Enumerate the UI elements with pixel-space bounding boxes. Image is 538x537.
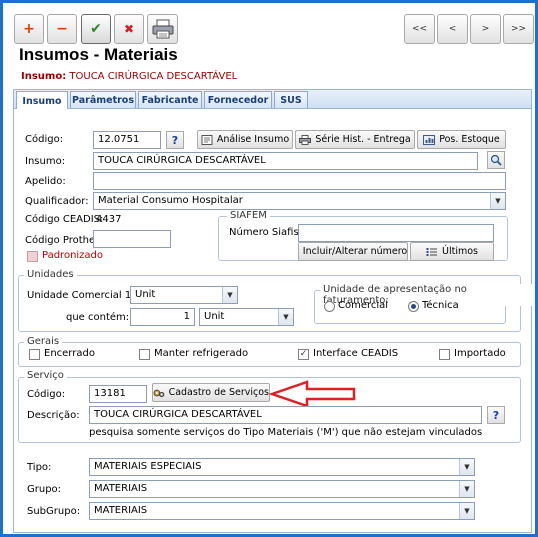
- tab-insumo[interactable]: Insumo: [16, 91, 68, 110]
- refrigerado-checkbox[interactable]: [139, 349, 150, 360]
- tecnica-radio-label: Técnica: [422, 300, 459, 311]
- tab-bar: Insumo Parâmetros Fabricante Fornecedor …: [13, 89, 532, 110]
- tab-fornecedor[interactable]: Fornecedor: [204, 91, 272, 108]
- servico-help-button[interactable]: ?: [487, 406, 505, 424]
- servico-hint: pesquisa somente serviços do Tipo Materi…: [89, 427, 482, 438]
- servico-descricao-field[interactable]: TOUCA CIRÚRGICA DESCARTÁVEL: [89, 406, 482, 424]
- tipo-label: Tipo:: [27, 462, 52, 473]
- codigo-help-button[interactable]: ?: [166, 131, 184, 149]
- servico-codigo-field[interactable]: 13181: [89, 385, 147, 403]
- contem-unit-select[interactable]: Unit ▼: [199, 308, 294, 326]
- window-frame: + − ✔ ✖ << < > >> Insumos - Materiais In…: [0, 0, 538, 537]
- qualificador-value: Material Consumo Hospitalar: [98, 195, 243, 206]
- qualificador-select[interactable]: Material Consumo Hospitalar ▼: [93, 192, 506, 210]
- print-button[interactable]: [147, 14, 178, 44]
- first-record-button[interactable]: <<: [404, 14, 435, 44]
- grupo-label: Grupo:: [27, 484, 62, 495]
- magnifier-icon: [490, 154, 502, 166]
- x-icon: ✖: [123, 22, 135, 36]
- importado-label: Importado: [454, 348, 506, 359]
- pos-estoque-button[interactable]: Pos. Estoque: [417, 130, 506, 149]
- interface-ceadis-checkbox[interactable]: ✓: [298, 349, 309, 360]
- question-icon: ?: [171, 133, 179, 147]
- comercial-radio-label: Comercial: [338, 300, 389, 311]
- subtitle-label: Insumo:: [21, 71, 67, 82]
- importado-checkbox[interactable]: [439, 349, 450, 360]
- unidade-comercial-select[interactable]: Unit ▼: [130, 286, 238, 304]
- cancel-button[interactable]: ✖: [114, 14, 144, 44]
- incluir-alterar-button[interactable]: Incluir/Alterar número: [298, 242, 408, 261]
- previous-record-button[interactable]: <: [437, 14, 468, 44]
- chevron-down-icon: ▼: [459, 503, 474, 519]
- checkmark-icon: ✓: [299, 349, 308, 359]
- chevron-down-icon: ▼: [459, 459, 474, 475]
- insumo-search-button[interactable]: [487, 151, 505, 169]
- next-record-button[interactable]: >: [470, 14, 501, 44]
- apelido-field[interactable]: [93, 172, 506, 190]
- servico-descricao-label: Descrição:: [27, 410, 80, 421]
- subtitle-value: TOUCA CIRÚRGICA DESCARTÁVEL: [69, 71, 238, 82]
- contem-label: que contém:: [66, 312, 130, 323]
- chevron-down-icon: ▼: [222, 287, 237, 303]
- ultimos-button[interactable]: Últimos: [410, 242, 494, 261]
- ceadis-label: Código CEADIS:: [25, 214, 104, 225]
- chevron-down-icon: ▼: [490, 193, 505, 209]
- ceadis-value: 4437: [96, 214, 122, 225]
- cadastro-servicos-button[interactable]: Cadastro de Serviços: [152, 383, 270, 402]
- grupo-select[interactable]: MATERIAIS ▼: [89, 480, 475, 498]
- contem-quantity-field[interactable]: 1: [130, 308, 195, 326]
- tab-sus[interactable]: SUS: [274, 91, 308, 108]
- tipo-select[interactable]: MATERIAIS ESPECIAIS ▼: [89, 458, 475, 476]
- chevron-down-icon: ▼: [278, 309, 293, 325]
- remove-button[interactable]: −: [47, 14, 77, 44]
- tecnica-radio[interactable]: [408, 301, 419, 312]
- subgrupo-label: SubGrupo:: [27, 506, 81, 517]
- tab-fabricante[interactable]: Fabricante: [138, 91, 202, 108]
- tab-parametros[interactable]: Parâmetros: [70, 91, 136, 108]
- printer-icon: [152, 19, 173, 39]
- codigo-field[interactable]: 12.0751: [93, 131, 161, 149]
- question-icon: ?: [492, 408, 500, 422]
- padronizado-label: Padronizado: [42, 250, 104, 261]
- checkmark-icon: ✔: [90, 21, 102, 37]
- protheus-field[interactable]: [93, 230, 171, 248]
- siafem-numero-field[interactable]: [298, 224, 494, 242]
- unidades-legend: Unidades: [24, 269, 77, 280]
- encerrado-label: Encerrado: [44, 348, 95, 359]
- refrigerado-label: Manter refrigerado: [154, 348, 249, 359]
- encerrado-checkbox[interactable]: [29, 349, 40, 360]
- page-title: Insumos - Materiais: [19, 45, 178, 64]
- subgrupo-select[interactable]: MATERIAIS ▼: [89, 502, 475, 520]
- analise-insumo-button[interactable]: Análise Insumo: [197, 130, 293, 149]
- servico-codigo-label: Código:: [27, 389, 66, 400]
- list-icon: [426, 247, 437, 256]
- minus-icon: −: [56, 21, 68, 37]
- record-subtitle: Insumo: TOUCA CIRÚRGICA DESCARTÁVEL: [21, 71, 237, 82]
- comercial-radio[interactable]: [324, 301, 335, 312]
- report-icon: [201, 134, 213, 145]
- unidade-comercial-label: Unidade Comercial 1:: [27, 290, 135, 301]
- chart-icon: [423, 134, 436, 145]
- apelido-label: Apelido:: [25, 176, 66, 187]
- servico-legend: Serviço: [24, 370, 67, 381]
- printer-small-icon: [299, 134, 312, 145]
- chevron-down-icon: ▼: [459, 481, 474, 497]
- codigo-label: Código:: [25, 134, 64, 145]
- insumo-label: Insumo:: [25, 156, 66, 167]
- plus-icon: +: [23, 21, 35, 37]
- last-record-button[interactable]: >>: [503, 14, 534, 44]
- qualificador-label: Qualificador:: [25, 196, 89, 207]
- siafem-legend: SIAFEM: [227, 210, 270, 221]
- red-arrow-annotation: [269, 380, 356, 408]
- interface-ceadis-label: Interface CEADIS: [313, 348, 399, 359]
- padronizado-checkbox[interactable]: [27, 251, 38, 262]
- gears-icon: [153, 389, 165, 397]
- gerais-legend: Gerais: [24, 336, 63, 347]
- confirm-button[interactable]: ✔: [81, 14, 111, 44]
- insumo-field[interactable]: TOUCA CIRÚRGICA DESCARTÁVEL: [93, 152, 478, 170]
- add-button[interactable]: +: [14, 14, 44, 44]
- serie-historica-button[interactable]: Série Hist. - Entrega: [295, 130, 415, 149]
